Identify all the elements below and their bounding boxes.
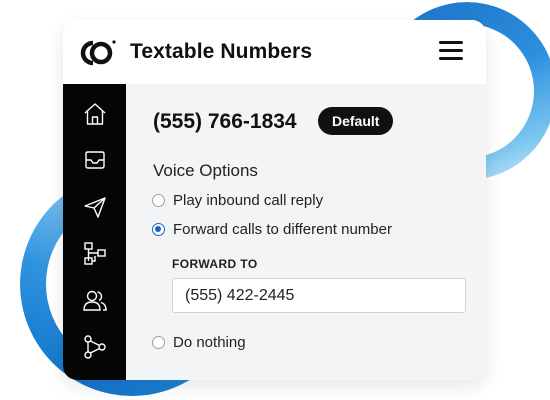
option-label: Forward calls to different number xyxy=(173,221,392,238)
home-icon xyxy=(84,103,106,125)
inbox-icon xyxy=(85,151,105,169)
default-badge: Default xyxy=(318,107,394,135)
sidebar-item-workflows[interactable] xyxy=(81,239,109,267)
phone-number: (555) 766-1834 xyxy=(153,110,297,133)
sidebar-item-send[interactable] xyxy=(81,193,109,221)
option-forward-calls[interactable]: Forward calls to different number xyxy=(152,221,392,238)
sidebar-item-inbox[interactable] xyxy=(81,146,109,174)
logo-icon xyxy=(80,40,116,66)
option-label: Do nothing xyxy=(173,334,246,351)
integrations-icon xyxy=(84,335,106,359)
voice-options-title: Voice Options xyxy=(153,161,258,180)
sidebar xyxy=(63,84,126,380)
app-header: Textable Numbers xyxy=(63,20,486,84)
sidebar-item-contacts[interactable] xyxy=(81,286,109,314)
hamburger-menu-icon[interactable] xyxy=(439,41,463,61)
forward-to-input[interactable] xyxy=(172,278,466,313)
sidebar-item-integrations[interactable] xyxy=(81,333,109,361)
workflow-icon xyxy=(84,242,106,265)
app-title: Textable Numbers xyxy=(130,40,313,63)
radio-button-selected[interactable] xyxy=(152,223,165,236)
option-play-inbound-reply[interactable]: Play inbound call reply xyxy=(152,192,323,209)
sidebar-item-home[interactable] xyxy=(81,100,109,128)
radio-button[interactable] xyxy=(152,194,165,207)
number-settings-panel: (555) 766-1834 Default Voice Options Pla… xyxy=(126,84,486,380)
radio-button[interactable] xyxy=(152,336,165,349)
option-do-nothing[interactable]: Do nothing xyxy=(152,334,246,351)
forward-to-label: FORWARD TO xyxy=(172,257,258,271)
option-label: Play inbound call reply xyxy=(173,192,324,209)
numbers-card: Textable Numbers (555) 766-1834 Default … xyxy=(63,20,486,380)
contacts-icon xyxy=(83,290,107,311)
send-icon xyxy=(84,197,106,218)
